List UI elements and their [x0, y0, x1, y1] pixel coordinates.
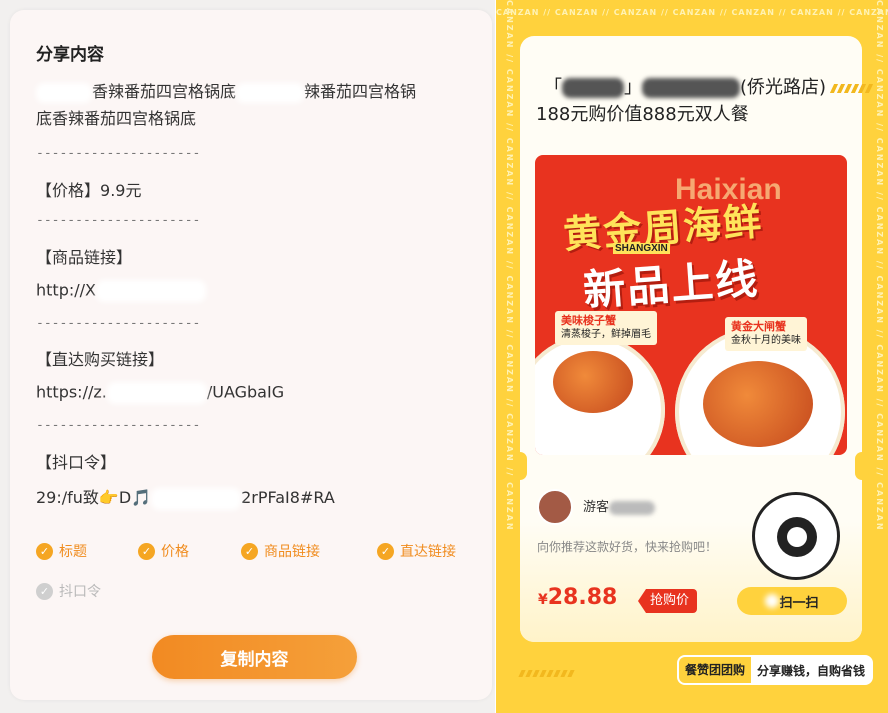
- username: 游客: [583, 496, 656, 515]
- price-label: 【价格】: [36, 181, 101, 200]
- ticket-notch: [513, 452, 527, 480]
- direct-link-label: 【直达购买链接】: [36, 350, 165, 369]
- douyin-code[interactable]: 29:/fu致👉D🎵 2rPFaI8#RA: [36, 484, 335, 510]
- option-title-checkbox[interactable]: ✓ 标题: [36, 541, 87, 561]
- douyin-label: 【抖口令】: [36, 453, 117, 472]
- scan-icon: [765, 594, 780, 608]
- avatar: [537, 489, 573, 525]
- option-direct-link-checkbox[interactable]: ✓ 直达链接: [377, 541, 456, 561]
- redacted-blur: [36, 82, 92, 103]
- watermark-strip-left: CANZAN // CANZAN // CANZAN // CANZAN // …: [505, 0, 514, 532]
- crab-image: [553, 351, 633, 413]
- divider: ---------------------: [36, 213, 201, 228]
- share-text-title[interactable]: 香辣番茄四宫格锅底 辣番茄四宫格锅 底香辣番茄四宫格锅底: [36, 78, 481, 132]
- option-label: 标题: [59, 544, 87, 560]
- check-icon: ✓: [377, 542, 394, 560]
- share-text-part1: 香辣番茄四宫格锅底: [92, 82, 237, 101]
- check-icon: ✓: [138, 542, 155, 560]
- banner-tag: 美味梭子蟹 清蒸梭子，鲜掉眉毛: [555, 311, 657, 345]
- qr-center-icon: [777, 517, 817, 557]
- decor-stripes: [518, 670, 575, 677]
- footer-brand: 餐赞团团购: [679, 657, 752, 683]
- divider: ---------------------: [36, 418, 201, 433]
- price-line[interactable]: 【价格】9.9元: [36, 177, 141, 201]
- divider: ---------------------: [36, 316, 201, 331]
- buy-price-tag: 抢购价: [638, 589, 698, 613]
- redacted-blur: [236, 82, 305, 103]
- divider: ---------------------: [36, 146, 201, 161]
- product-banner-image: Haixian 黄金周海鲜 SHANGXIN 新品上线 美味梭子蟹 清蒸梭子，鲜掉…: [535, 155, 847, 455]
- shop-name: 「」 (侨光路店): [544, 77, 827, 98]
- share-text-part2: 辣番茄四宫格锅: [304, 82, 417, 101]
- redacted-blur: [609, 500, 656, 515]
- direct-link[interactable]: https://z. /UAGbaIG: [36, 382, 284, 404]
- decor-stripes: [829, 84, 874, 93]
- banner-headline-2: 新品上线: [581, 253, 761, 316]
- douyin-prefix: 29:/fu致👉D🎵: [36, 488, 152, 507]
- option-price-checkbox[interactable]: ✓ 价格: [138, 541, 189, 561]
- scan-button[interactable]: 扫一扫: [737, 587, 847, 615]
- option-douyin-checkbox[interactable]: ✓ 抖口令: [36, 581, 101, 601]
- check-icon: ✓: [241, 542, 258, 560]
- redacted-blur: [106, 382, 207, 404]
- direct-link-prefix: https://z.: [36, 382, 107, 402]
- share-title: 分享内容: [36, 45, 104, 65]
- product-link-value: http://X: [36, 280, 96, 300]
- offer-title: 188元购价值888元双人餐: [536, 104, 749, 125]
- option-product-link-checkbox[interactable]: ✓ 商品链接: [241, 541, 320, 561]
- watermark-strip-right: CANZAN // CANZAN // CANZAN // CANZAN // …: [875, 0, 884, 532]
- ticket-notch: [855, 452, 869, 480]
- footer-slogan: 分享赚钱，自购省钱: [757, 663, 866, 678]
- banner-tag: 黄金大闸蟹 金秋十月的美味: [725, 317, 807, 351]
- redacted-blur: [642, 78, 740, 98]
- share-text-part3: 底香辣番茄四宫格锅底: [36, 109, 197, 128]
- redacted-blur: [151, 487, 242, 510]
- check-icon: ✓: [36, 582, 53, 600]
- redacted-blur: [95, 280, 206, 302]
- option-label: 价格: [161, 544, 189, 560]
- product-link-label: 【商品链接】: [36, 248, 133, 267]
- watermark-strip: CANZAN // CANZAN // CANZAN // CANZAN // …: [496, 8, 888, 17]
- crab-image: [703, 361, 813, 447]
- check-icon: ✓: [36, 542, 53, 560]
- option-label: 直达链接: [400, 544, 456, 560]
- option-label: 商品链接: [264, 544, 320, 560]
- product-link[interactable]: http://X: [36, 280, 206, 302]
- price: ¥28.88: [538, 585, 618, 610]
- copy-content-button[interactable]: 复制内容: [152, 635, 357, 679]
- footer-badge: 餐赞团团购 分享赚钱，自购省钱: [679, 657, 872, 683]
- douyin-suffix: 2rPFaI8#RA: [241, 488, 335, 507]
- option-label: 抖口令: [59, 584, 101, 600]
- price-value: 9.9元: [100, 181, 142, 200]
- share-panel: 分享内容 香辣番茄四宫格锅底 辣番茄四宫格锅 底香辣番茄四宫格锅底 -------…: [0, 0, 495, 713]
- mini-program-code[interactable]: [752, 492, 840, 580]
- recommend-text: 向你推荐这款好货，快来抢购吧！: [537, 540, 718, 554]
- direct-link-suffix: /UAGbaIG: [206, 382, 285, 402]
- redacted-blur: [562, 78, 624, 98]
